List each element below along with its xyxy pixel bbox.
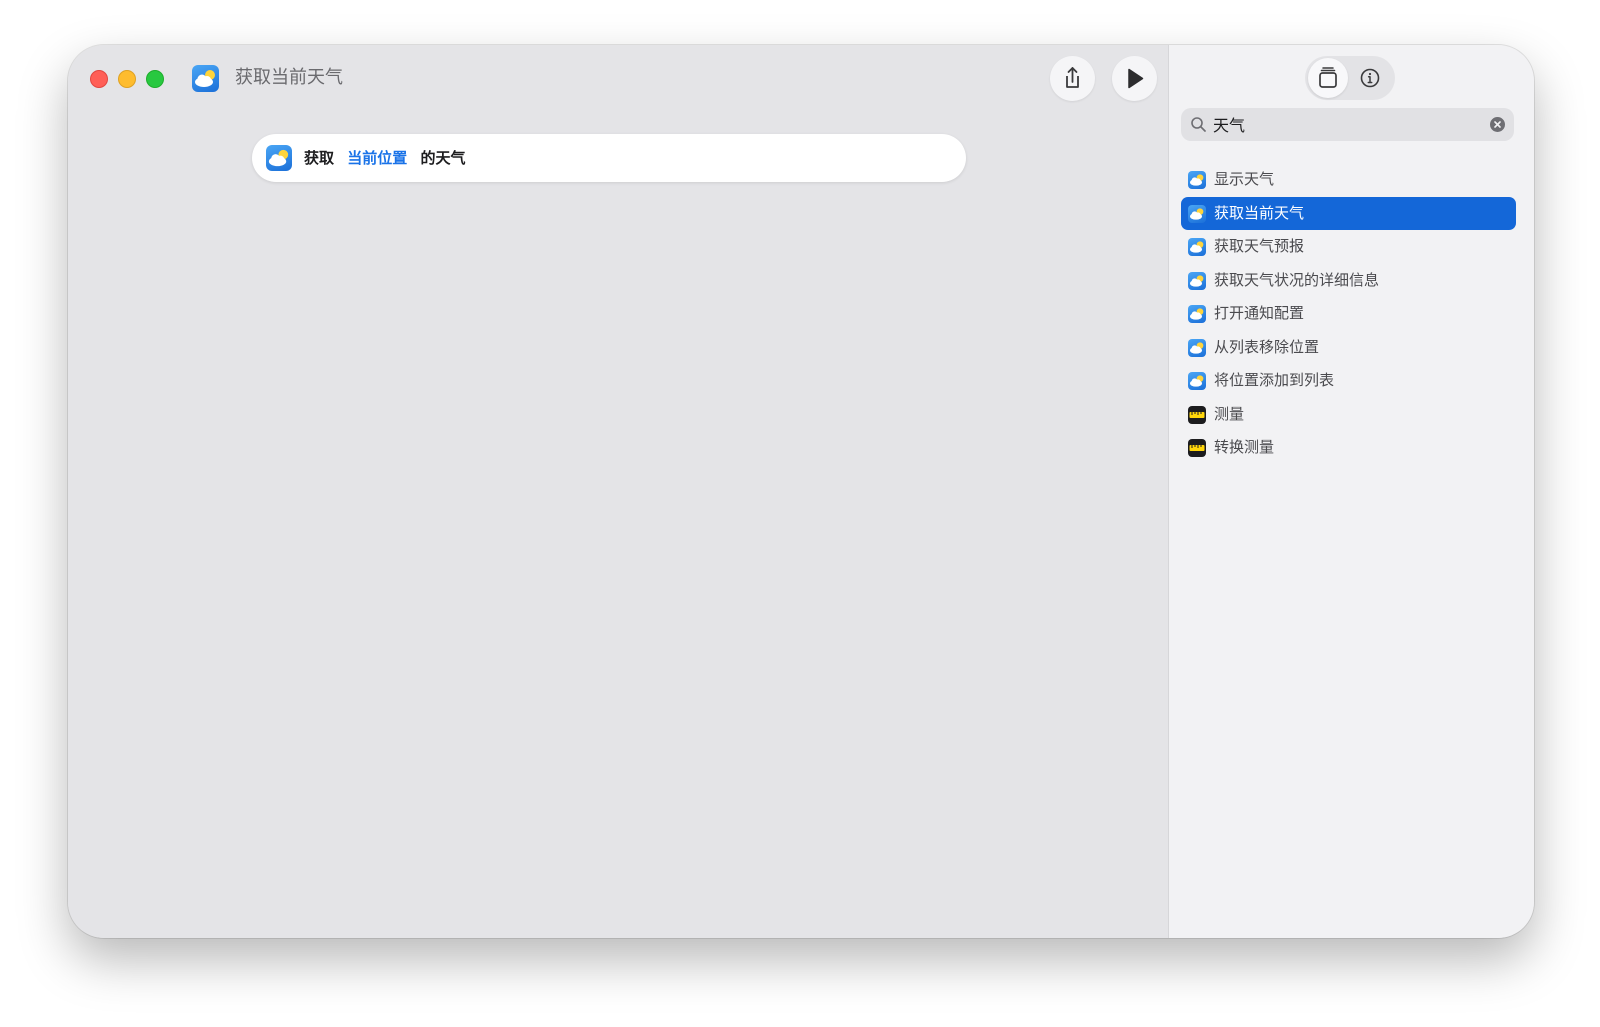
- minimize-window-button[interactable]: [118, 70, 136, 88]
- measure-icon: [1188, 439, 1206, 457]
- window-title: 获取当前天气: [235, 67, 343, 88]
- result-item[interactable]: 转换测量: [1181, 431, 1516, 464]
- weather-icon: [1188, 271, 1206, 290]
- info-icon: [1360, 68, 1380, 88]
- editor-pane: 获取当前天气 获取 当前位置 的天气: [68, 45, 1168, 938]
- result-item[interactable]: 获取天气预报: [1181, 230, 1516, 263]
- weather-icon: [1188, 171, 1206, 189]
- result-item-label: 获取天气预报: [1214, 237, 1305, 255]
- action-get-current-weather[interactable]: 获取 当前位置 的天气: [252, 134, 966, 182]
- action-search-field[interactable]: [1181, 108, 1514, 141]
- zoom-window-button[interactable]: [146, 70, 164, 88]
- weather-icon: [1188, 238, 1206, 256]
- result-item-label: 打开通知配置: [1214, 304, 1305, 322]
- result-item-label: 获取天气状况的详细信息: [1214, 270, 1380, 289]
- result-item-label: 测量: [1214, 404, 1245, 423]
- weather-icon: [1188, 372, 1206, 390]
- weather-icon: [1188, 338, 1206, 357]
- result-item[interactable]: 从列表移除位置: [1181, 331, 1516, 364]
- search-icon: [1191, 117, 1206, 132]
- result-item-label: 将位置添加到列表: [1214, 371, 1335, 389]
- result-item-label: 获取当前天气: [1214, 203, 1305, 222]
- info-tab-button[interactable]: [1350, 58, 1390, 98]
- result-item-label: 从列表移除位置: [1214, 337, 1320, 356]
- clear-search-button[interactable]: [1490, 117, 1505, 132]
- shortcut-editor-window: 获取当前天气 获取 当前位置 的天气 天气 显示天气 获取当前天气 获取天气预报…: [68, 45, 1534, 938]
- library-icon: [1319, 67, 1337, 88]
- location-parameter-token[interactable]: 当前位置: [339, 149, 415, 167]
- result-item[interactable]: 将位置添加到列表: [1181, 364, 1516, 397]
- result-item-label: 显示天气: [1214, 170, 1275, 188]
- action-verb: 获取: [304, 149, 335, 167]
- action-results-list: 显示天气获取当前天气 获取天气预报获取天气状况的详细信息 打开通知配置 从列表移除位置…: [1181, 163, 1516, 465]
- sidebar-segmented-control: [1305, 56, 1395, 100]
- clear-icon: [1494, 121, 1501, 128]
- result-item[interactable]: 打开通知配置: [1181, 297, 1516, 330]
- action-suffix: 的天气: [420, 149, 466, 167]
- share-button[interactable]: [1050, 56, 1095, 101]
- weather-icon: [1188, 305, 1206, 323]
- action-text: 获取 当前位置 的天气: [304, 146, 466, 170]
- weather-icon: [192, 65, 219, 92]
- result-item-label: 转换测量: [1214, 438, 1275, 456]
- close-window-button[interactable]: [90, 70, 108, 88]
- library-tab-button[interactable]: [1308, 58, 1348, 98]
- result-item[interactable]: 测量: [1181, 398, 1516, 431]
- result-item[interactable]: 显示天气: [1181, 163, 1516, 196]
- share-icon: [1066, 67, 1079, 88]
- play-icon: [1128, 68, 1144, 89]
- result-item[interactable]: 获取天气状况的详细信息: [1181, 264, 1516, 297]
- result-item[interactable]: 获取当前天气: [1181, 196, 1516, 230]
- measure-icon: [1188, 405, 1206, 424]
- search-input[interactable]: [1213, 112, 1473, 136]
- weather-icon: [1188, 204, 1206, 223]
- run-button[interactable]: [1112, 56, 1157, 101]
- action-library-sidebar: 显示天气获取当前天气获取天气预报获取天气状况的详细信息打开通知配置从列表移除位置…: [1168, 45, 1534, 938]
- weather-icon: [266, 145, 292, 171]
